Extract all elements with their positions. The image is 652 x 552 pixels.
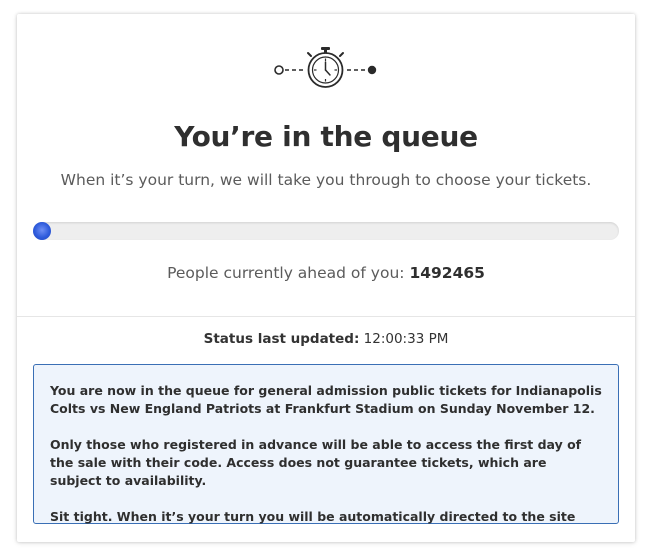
status-line: Status last updated: 12:00:33 PM [17, 331, 635, 347]
stopwatch-icon [274, 47, 377, 88]
page-subtitle: When it’s your turn, we will take you th… [60, 171, 592, 189]
people-ahead-line: People currently ahead of you: 1492465 [17, 264, 635, 282]
info-paragraph-queue: You are now in the queue for general adm… [50, 383, 602, 416]
queue-progress-bar [33, 222, 619, 240]
queue-illustration [17, 44, 635, 94]
divider [17, 316, 635, 317]
info-paragraph-sit-tight: Sit tight. When it’s your turn you will … [50, 509, 576, 524]
people-ahead-label: People currently ahead of you: [167, 264, 405, 282]
people-ahead-count: 1492465 [409, 264, 485, 282]
queue-card: You’re in the queue When it’s your turn,… [17, 14, 635, 542]
page-title: You’re in the queue [174, 120, 478, 153]
info-box: You are now in the queue for general adm… [33, 364, 619, 524]
status-label: Status last updated: [203, 331, 360, 347]
status-time: 12:00:33 PM [363, 331, 449, 347]
info-paragraph-registration: Only those who registered in advance wil… [50, 437, 582, 488]
queue-progress-fill [33, 222, 51, 240]
